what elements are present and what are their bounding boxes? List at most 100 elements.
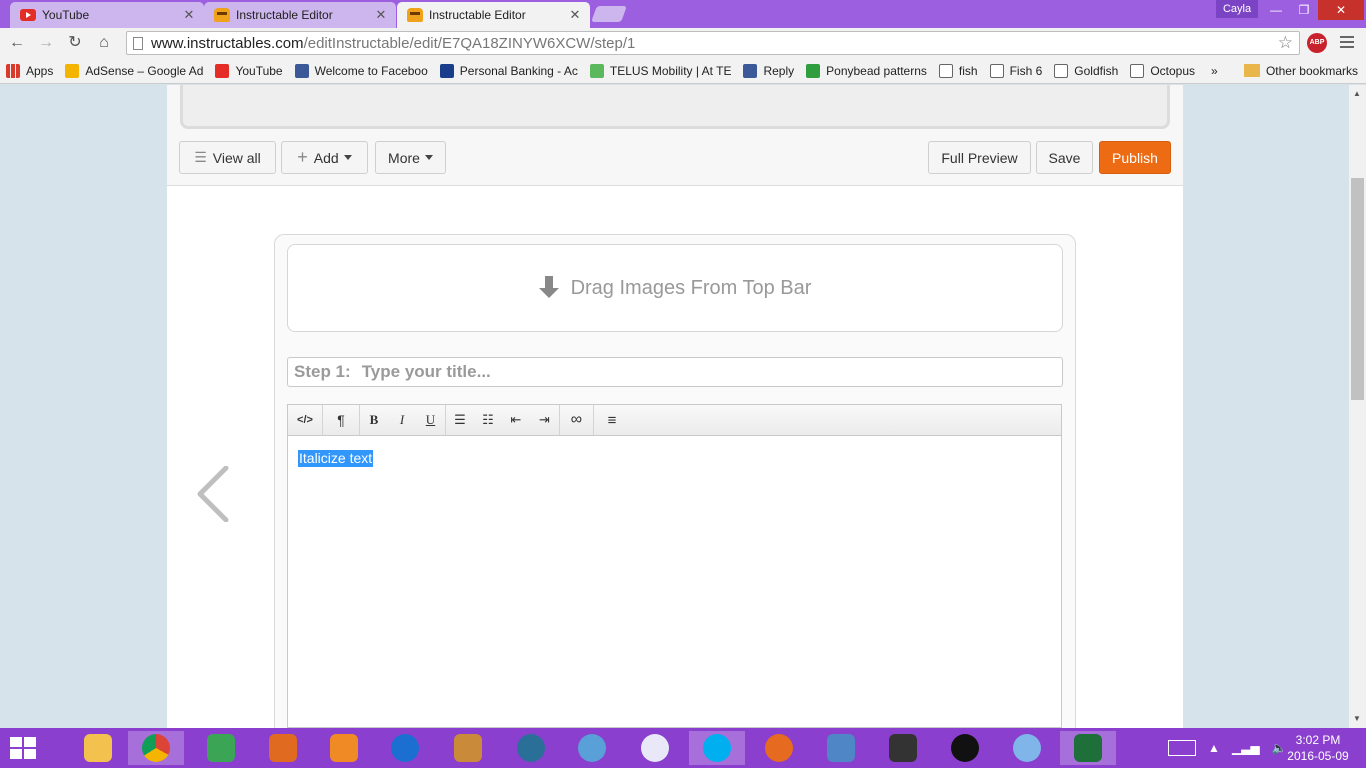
- reload-icon[interactable]: ↻: [64, 32, 86, 54]
- taskbar-solitaire[interactable]: [1060, 731, 1116, 765]
- bookmark-label: Apps: [26, 63, 54, 78]
- windows-start-icon[interactable]: [10, 737, 38, 759]
- bookmark-youtube[interactable]: YouTube: [215, 63, 283, 78]
- outdent-button[interactable]: ⇤: [502, 405, 530, 435]
- taskbar-app-w[interactable]: [193, 731, 249, 765]
- html-source-button[interactable]: </>: [288, 405, 323, 435]
- link-button[interactable]: ∞: [560, 405, 594, 435]
- taskbar-clock[interactable]: 3:02 PM 2016-05-09: [1286, 732, 1350, 764]
- bookmark-octopus[interactable]: Octopus: [1130, 63, 1196, 78]
- numbered-list-button[interactable]: ☷: [474, 405, 502, 435]
- keyboard-icon[interactable]: [1168, 740, 1196, 756]
- youtube-icon: [215, 63, 230, 78]
- bookmark-facebook[interactable]: Welcome to Faceboo: [294, 63, 428, 78]
- bookmarks-bar: Apps AdSense – Google Ad YouTube Welcome…: [0, 58, 1366, 84]
- step-title-input[interactable]: Step 1: Type your title...: [287, 357, 1063, 387]
- bookmark-label: TELUS Mobility | At TE: [609, 63, 732, 78]
- new-tab-button[interactable]: [591, 6, 627, 22]
- remote-desktop-icon: [827, 734, 855, 762]
- previous-step-arrow-icon[interactable]: [196, 466, 234, 522]
- more-button[interactable]: More: [375, 141, 446, 174]
- save-button[interactable]: Save: [1036, 141, 1093, 174]
- adsense-icon: [65, 63, 80, 78]
- other-bookmarks[interactable]: Other bookmarks: [1243, 64, 1358, 78]
- taskbar-app-bank[interactable]: [440, 731, 496, 765]
- bookmark-apps[interactable]: Apps: [6, 63, 54, 78]
- bookmark-personal-banking[interactable]: Personal Banking - Ac: [439, 63, 578, 78]
- profile-button[interactable]: Cayla: [1216, 0, 1258, 18]
- close-window-icon[interactable]: ✕: [1318, 0, 1364, 20]
- film-icon: [517, 734, 545, 762]
- scroll-down-arrow-icon[interactable]: ▼: [1352, 714, 1362, 724]
- tab-close-icon[interactable]: ✕: [374, 7, 388, 23]
- publish-button[interactable]: Publish: [1099, 141, 1171, 174]
- bookmark-star-icon[interactable]: ☆: [1278, 33, 1293, 53]
- network-icon[interactable]: ▁▃▅: [1232, 741, 1260, 755]
- bookmark-label: Fish 6: [1009, 63, 1043, 78]
- bookmark-fish-6[interactable]: Fish 6: [989, 63, 1043, 78]
- taskbar-video-player[interactable]: [937, 731, 993, 765]
- taskbar-app-hat[interactable]: [875, 731, 931, 765]
- indent-button[interactable]: ⇥: [530, 405, 560, 435]
- home-icon[interactable]: ⌂: [93, 32, 115, 54]
- taskbar-safari[interactable]: [999, 731, 1055, 765]
- taskbar-remote-app[interactable]: [813, 731, 869, 765]
- itunes-icon: [641, 734, 669, 762]
- bookmark-telus[interactable]: TELUS Mobility | At TE: [589, 63, 732, 78]
- bookmark-fish[interactable]: fish: [938, 63, 978, 78]
- tab-instructable-editor-2[interactable]: Instructable Editor ✕: [397, 2, 590, 28]
- tab-close-icon[interactable]: ✕: [182, 7, 196, 23]
- selected-body-text[interactable]: Italicize text: [298, 450, 374, 467]
- image-drop-zone[interactable]: Drag Images From Top Bar: [287, 244, 1063, 332]
- tab-close-icon[interactable]: ✕: [568, 7, 582, 23]
- paragraph-format-button[interactable]: ¶: [323, 405, 360, 435]
- italic-button[interactable]: I: [388, 405, 416, 435]
- bookmarks-overflow-button[interactable]: »: [1211, 64, 1218, 78]
- tab-instructable-editor-1[interactable]: Instructable Editor ✕: [204, 2, 396, 28]
- bookmark-reply[interactable]: Reply: [743, 63, 794, 78]
- bold-button[interactable]: B: [360, 405, 388, 435]
- bullet-list-button[interactable]: ☰: [446, 405, 474, 435]
- full-preview-button[interactable]: Full Preview: [928, 141, 1031, 174]
- taskbar-chrome[interactable]: [128, 731, 184, 765]
- taskbar-app-m[interactable]: [377, 731, 433, 765]
- taskbar-film-app[interactable]: [503, 731, 559, 765]
- volume-icon[interactable]: 🔈: [1272, 741, 1287, 755]
- taskbar-skype[interactable]: [689, 731, 745, 765]
- maximize-icon[interactable]: ❐: [1290, 0, 1318, 20]
- safari-icon: [1013, 734, 1041, 762]
- bookmark-label: Octopus: [1150, 63, 1196, 78]
- button-label: Add: [313, 149, 339, 166]
- bookmark-label: Personal Banking - Ac: [459, 63, 578, 78]
- eye-icon: [578, 734, 606, 762]
- taskbar-app-eye[interactable]: [564, 731, 620, 765]
- back-arrow-icon[interactable]: ←: [6, 32, 28, 54]
- forward-arrow-icon[interactable]: →: [35, 32, 57, 54]
- step-body-editor[interactable]: [287, 436, 1062, 728]
- scrollbar-thumb[interactable]: [1351, 178, 1364, 400]
- minimize-icon[interactable]: —: [1262, 0, 1290, 20]
- bookmark-label: Welcome to Faceboo: [314, 63, 428, 78]
- underline-button[interactable]: U: [416, 405, 446, 435]
- hat-icon: [889, 734, 917, 762]
- taskbar-app-store[interactable]: [255, 731, 311, 765]
- align-button[interactable]: ≡: [594, 405, 630, 435]
- rich-text-toolbar: </> ¶ B I U ☰ ☷ ⇤ ⇥ ∞ ≡: [287, 404, 1062, 436]
- browser-menu-icon[interactable]: [1340, 33, 1354, 51]
- view-all-button[interactable]: ☰ View all: [179, 141, 276, 174]
- taskbar-firefox[interactable]: [751, 731, 807, 765]
- adblock-plus-icon[interactable]: ABP: [1307, 33, 1327, 53]
- tab-youtube[interactable]: YouTube ✕: [10, 2, 204, 28]
- taskbar-file-explorer[interactable]: [70, 731, 126, 765]
- address-bar[interactable]: www.instructables.com/editInstructable/e…: [126, 31, 1300, 55]
- scroll-up-arrow-icon[interactable]: ▲: [1352, 89, 1362, 99]
- firefox-icon: [765, 734, 793, 762]
- store-icon: [269, 734, 297, 762]
- bookmark-adsense[interactable]: AdSense – Google Ad: [65, 63, 203, 78]
- add-button[interactable]: + Add: [281, 141, 368, 174]
- show-hidden-icons-icon[interactable]: ▲: [1208, 741, 1220, 755]
- bookmark-goldfish[interactable]: Goldfish: [1054, 63, 1118, 78]
- bookmark-ponybead[interactable]: Ponybead patterns: [806, 63, 927, 78]
- taskbar-itunes[interactable]: [627, 731, 683, 765]
- taskbar-media-player[interactable]: [316, 731, 372, 765]
